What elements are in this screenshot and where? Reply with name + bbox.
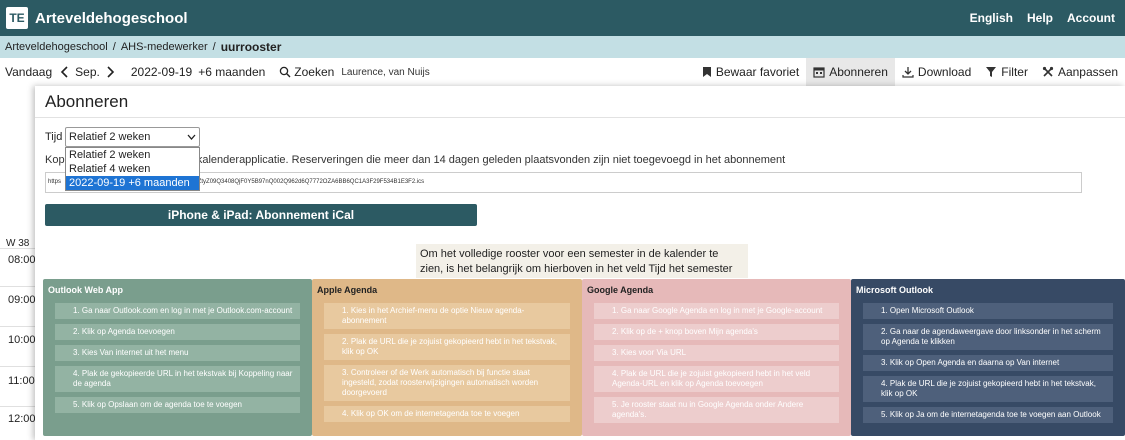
breadcrumb-item-home[interactable]: Arteveldehogeschool	[5, 41, 108, 53]
instruction-step: 2. Klik op Agenda toevoegen	[55, 324, 300, 340]
card-title: Microsoft Outlook	[856, 285, 933, 295]
url-end: r6Z122OZtyZ09Q3408QjF0Y5B97nQ002Q962d6Q7…	[174, 179, 425, 185]
card-title: Outlook Web App	[48, 285, 123, 295]
card-title: Google Agenda	[587, 285, 654, 295]
link-help[interactable]: Help	[1027, 11, 1053, 25]
search-label: Zoeken	[294, 65, 335, 79]
time-select[interactable]: Relatief 2 weken	[65, 127, 200, 147]
chevron-right-icon	[107, 66, 114, 78]
divider	[35, 117, 1125, 118]
instruction-step: 4. Plak de URL die je zojuist gekopieerd…	[863, 376, 1113, 402]
save-favorite-label: Bewaar favoriet	[715, 65, 800, 79]
chevron-left-icon	[61, 66, 68, 78]
instruction-step: 3. Klik op Open Agenda en daarna op Van …	[863, 355, 1113, 371]
subscribe-label: Abonneren	[829, 65, 888, 79]
instruction-step: 3. Kies Van internet uit het menu	[55, 345, 300, 361]
time-label: 12:00	[8, 413, 36, 425]
link-english[interactable]: English	[970, 11, 1013, 25]
brand-name[interactable]: Arteveldehogeschool	[35, 10, 188, 27]
customize-button[interactable]: Aanpassen	[1035, 58, 1125, 86]
breadcrumb-separator: /	[112, 41, 116, 53]
time-label: 10:00	[8, 334, 36, 346]
search-subject: Laurence, van Nuijs	[341, 66, 430, 78]
instruction-step: 4. Klik op OK om de internetagenda toe t…	[324, 406, 570, 422]
time-label: 11:00	[8, 375, 35, 387]
instruction-step: 4. Plak de gekopieerde URL in het tekstv…	[55, 366, 300, 392]
month-label: Sep.	[75, 65, 100, 79]
subscribe-button[interactable]: Abonneren	[806, 58, 895, 86]
time-option[interactable]: Relatief 2 weken	[66, 148, 199, 162]
description-start: Kop	[45, 154, 65, 166]
semester-note: Om het volledige rooster voor een semest…	[416, 244, 748, 290]
toolbar: Vandaag Sep. 2022-09-19 +6 maanden Zoeke…	[0, 58, 1125, 86]
url-start: https	[48, 179, 62, 185]
filter-button[interactable]: Filter	[978, 58, 1035, 86]
time-select-value: Relatief 2 weken	[69, 131, 151, 143]
instruction-step: 5. Je rooster staat nu in Google Agenda …	[594, 397, 839, 423]
instruction-step: 5. Klik op Opslaan om de agenda toe te v…	[55, 397, 300, 413]
time-option[interactable]: Relatief 4 weken	[66, 162, 199, 176]
logo[interactable]: TE	[6, 7, 28, 29]
instruction-step: 1. Ga naar Google Agenda en log in met j…	[594, 303, 839, 319]
download-button[interactable]: Download	[895, 58, 978, 86]
prev-month-button[interactable]: Sep.	[58, 65, 117, 79]
time-field-label: Tijd	[45, 131, 63, 143]
instruction-step: 1. Open Microsoft Outlook	[863, 303, 1113, 319]
dialog-title: Abonneren	[45, 92, 129, 111]
time-option-selected[interactable]: 2022-09-19 +6 maanden	[66, 176, 199, 190]
customize-label: Aanpassen	[1057, 65, 1118, 79]
download-icon	[902, 67, 914, 78]
card-title: Apple Agenda	[317, 285, 378, 295]
breadcrumb-item-staff[interactable]: AHS-medewerker	[121, 41, 208, 53]
ical-subscribe-button[interactable]: iPhone & iPad: Abonnement iCal	[45, 204, 477, 226]
time-select-options: Relatief 2 weken Relatief 4 weken 2022-0…	[65, 147, 200, 191]
today-button[interactable]: Vandaag	[5, 65, 52, 79]
chevron-down-icon	[187, 134, 196, 140]
instruction-step: 3. Kies voor Via URL	[594, 345, 839, 361]
save-favorite-button[interactable]: Bewaar favoriet	[695, 58, 806, 86]
breadcrumb: Arteveldehogeschool / AHS-medewerker / u…	[0, 36, 1125, 58]
instruction-step: 1. Kies in het Archief-menu de optie Nie…	[324, 303, 570, 329]
top-links: English Help Account	[956, 11, 1125, 25]
description-end: n de kalenderapplicatie. Reserveringen d…	[172, 154, 786, 166]
instruction-step: 1. Ga naar Outlook.com en log in met je …	[55, 303, 300, 319]
breadcrumb-current: uurrooster	[220, 40, 282, 54]
search-button[interactable]: Zoeken Laurence, van Nuijs	[279, 65, 430, 79]
instruction-step: 5. Klik op Ja om de internetagenda toe t…	[863, 407, 1113, 423]
search-icon	[280, 66, 291, 78]
microsoft-outlook-card: Microsoft Outlook 1. Open Microsoft Outl…	[851, 279, 1125, 436]
apple-calendar-card: Apple Agenda 1. Kies in het Archief-menu…	[312, 279, 582, 436]
instruction-step: 2. Plak de URL die je zojuist gekopieerd…	[324, 334, 570, 360]
google-calendar-card: Google Agenda 1. Ga naar Google Agenda e…	[582, 279, 851, 436]
breadcrumb-separator: /	[212, 41, 216, 53]
instruction-step: 3. Controleer of de Werk automatisch bij…	[324, 365, 570, 401]
bookmark-icon	[702, 67, 711, 77]
date-display[interactable]: 2022-09-19	[131, 65, 192, 79]
top-bar: TE Arteveldehogeschool English Help Acco…	[0, 0, 1125, 36]
link-account[interactable]: Account	[1067, 11, 1115, 25]
calendar-icon	[813, 67, 825, 78]
instruction-step: 4. Plak de URL die je zojuist gekopieerd…	[594, 366, 839, 392]
instruction-step: 2. Ga naar de agendaweergave door linkso…	[863, 324, 1113, 350]
download-label: Download	[917, 65, 972, 79]
tools-icon	[1042, 66, 1054, 77]
range-display[interactable]: +6 maanden	[198, 65, 265, 79]
filter-icon	[986, 67, 997, 77]
subscription-url-field[interactable]: https r6Z122OZtyZ09Q3408QjF0Y5B97nQ002Q96…	[45, 172, 1082, 193]
time-label: 09:00	[8, 294, 36, 306]
filter-label: Filter	[1001, 65, 1028, 79]
instruction-step: 2. Klik op de + knop boven Mijn agenda's	[594, 324, 839, 340]
subscribe-dialog: Abonneren Tijd Relatief 2 weken Relatief…	[35, 86, 1125, 440]
time-label: 08:00	[8, 254, 36, 266]
outlook-web-card: Outlook Web App 1. Ga naar Outlook.com e…	[43, 279, 312, 436]
